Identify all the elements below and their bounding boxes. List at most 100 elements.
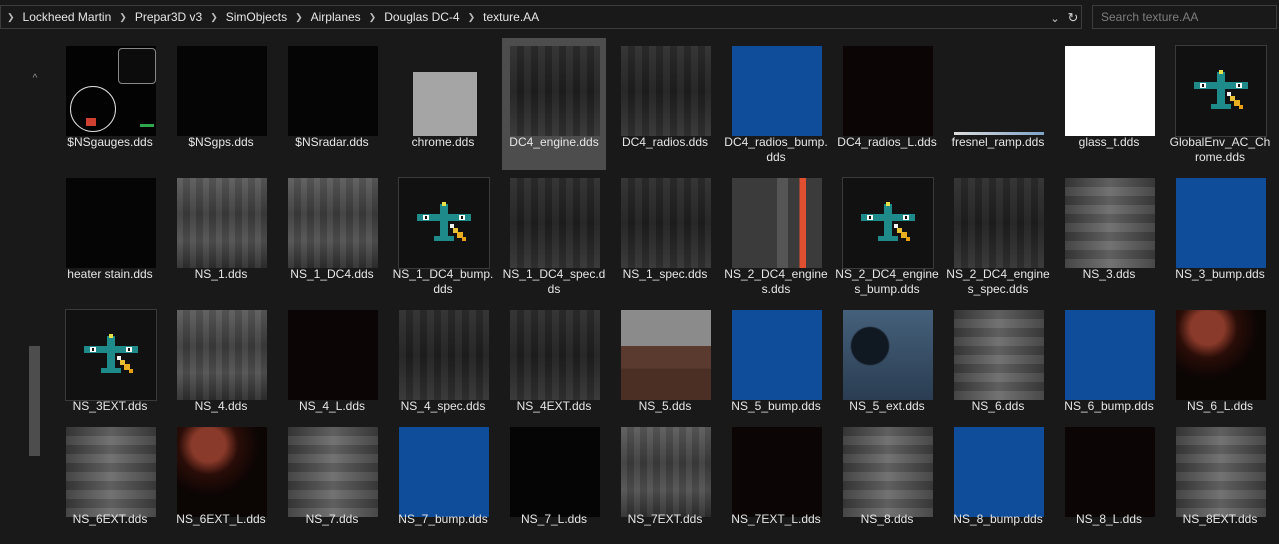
search-input[interactable]: Search texture.AA	[1092, 5, 1277, 29]
file-thumbnail	[177, 310, 267, 400]
file-name: glass_t.dds	[1078, 135, 1140, 149]
file-thumbnail	[1175, 45, 1267, 137]
file-item[interactable]: NS_3_bump.dds	[1168, 170, 1272, 302]
file-item[interactable]: NS_7_L.dds	[502, 419, 606, 544]
file-item[interactable]: chrome.dds	[391, 38, 495, 170]
file-item[interactable]: NS_2_DC4_engines_spec.dds	[946, 170, 1050, 302]
file-item[interactable]: NS_2_DC4_engines.dds	[724, 170, 828, 302]
file-name: $NSgauges.dds	[67, 135, 153, 149]
file-item[interactable]: NS_1_spec.dds	[613, 170, 717, 302]
file-item[interactable]: NS_7EXT.dds	[613, 419, 717, 544]
file-name: NS_5.dds	[638, 399, 692, 413]
file-item[interactable]: NS_1_DC4.dds	[280, 170, 384, 302]
file-name: DC4_radios_bump.dds	[724, 135, 828, 164]
file-thumbnail	[510, 178, 600, 268]
file-item[interactable]: NS_4_L.dds	[280, 302, 384, 419]
file-item[interactable]: NS_6.dds	[946, 302, 1050, 419]
file-name: $NSgps.dds	[188, 135, 254, 149]
chevron-right-icon: ❯	[210, 11, 218, 22]
file-item[interactable]: NS_1_DC4_bump.dds	[391, 170, 495, 302]
file-item[interactable]: $NSgauges.dds	[58, 38, 162, 170]
chevron-right-icon: ❯	[295, 11, 303, 22]
address-bar[interactable]: ❯ Lockheed Martin ❯ Prepar3D v3 ❯ SimObjects ❯…	[0, 5, 1082, 29]
file-item[interactable]: $NSradar.dds	[280, 38, 384, 170]
file-name: DC4_radios_L.dds	[837, 135, 937, 149]
file-name: NS_7EXT.dds	[627, 512, 703, 526]
file-name: $NSradar.dds	[295, 135, 369, 149]
file-item[interactable]: NS_3EXT.dds	[58, 302, 162, 419]
file-name: NS_7_bump.dds	[398, 512, 488, 526]
file-thumbnail	[1065, 310, 1155, 400]
file-name: NS_6_L.dds	[1186, 399, 1254, 413]
file-thumbnail	[843, 46, 933, 136]
file-name: NS_1_spec.dds	[622, 267, 708, 281]
file-item[interactable]: DC4_engine.dds	[502, 38, 606, 170]
file-thumbnail	[399, 427, 489, 517]
file-item[interactable]: DC4_radios_L.dds	[835, 38, 939, 170]
file-item[interactable]: NS_8.dds	[835, 419, 939, 544]
file-item[interactable]: NS_8_L.dds	[1057, 419, 1161, 544]
plane-icon	[1194, 70, 1248, 109]
file-item[interactable]: NS_7_bump.dds	[391, 419, 495, 544]
file-item[interactable]: NS_6EXT.dds	[58, 419, 162, 544]
file-item[interactable]: fresnel_ramp.dds	[946, 38, 1050, 170]
file-item[interactable]: $NSgps.dds	[169, 38, 273, 170]
file-thumbnail	[177, 178, 267, 268]
scrollbar-thumb[interactable]	[29, 346, 40, 456]
file-item[interactable]: NS_3.dds	[1057, 170, 1161, 302]
file-thumbnail	[65, 309, 157, 401]
file-name: NS_1_DC4.dds	[290, 267, 374, 281]
file-name: NS_3EXT.dds	[72, 399, 148, 413]
file-name: DC4_engine.dds	[509, 135, 599, 149]
file-thumbnail	[954, 46, 1044, 136]
file-thumbnail	[399, 46, 489, 136]
file-name: GlobalEnv_AC_Chrome.dds	[1169, 135, 1271, 164]
file-thumbnail	[954, 427, 1044, 517]
breadcrumb-item[interactable]: Airplanes	[311, 10, 361, 24]
file-name: NS_6.dds	[971, 399, 1025, 413]
chevron-down-icon[interactable]: ⌄	[1046, 7, 1064, 29]
file-item[interactable]: NS_6_bump.dds	[1057, 302, 1161, 419]
file-item[interactable]: NS_1.dds	[169, 170, 273, 302]
file-name: NS_2_DC4_engines_spec.dds	[946, 267, 1050, 296]
file-thumbnail	[66, 46, 156, 136]
file-item[interactable]: NS_5_ext.dds	[835, 302, 939, 419]
file-item[interactable]: NS_8_bump.dds	[946, 419, 1050, 544]
scroll-up-icon[interactable]: ^	[29, 73, 41, 85]
refresh-icon[interactable]: ↻	[1064, 7, 1082, 29]
file-item[interactable]: heater stain.dds	[58, 170, 162, 302]
file-thumbnail	[1176, 178, 1266, 268]
file-item[interactable]: NS_5_bump.dds	[724, 302, 828, 419]
breadcrumb-item[interactable]: texture.AA	[483, 10, 539, 24]
file-item[interactable]: NS_8EXT.dds	[1168, 419, 1272, 544]
file-item[interactable]: NS_4_spec.dds	[391, 302, 495, 419]
file-item[interactable]: NS_6EXT_L.dds	[169, 419, 273, 544]
file-thumbnail	[843, 310, 933, 400]
file-item[interactable]: NS_5.dds	[613, 302, 717, 419]
breadcrumb-item[interactable]: Prepar3D v3	[135, 10, 202, 24]
plane-icon	[861, 202, 915, 241]
file-item[interactable]: NS_1_DC4_spec.dds	[502, 170, 606, 302]
file-item[interactable]: NS_2_DC4_engines_bump.dds	[835, 170, 939, 302]
file-item[interactable]: DC4_radios.dds	[613, 38, 717, 170]
file-item[interactable]: DC4_radios_bump.dds	[724, 38, 828, 170]
file-name: NS_4_L.dds	[298, 399, 366, 413]
file-name: NS_6EXT_L.dds	[176, 512, 266, 526]
file-item[interactable]: NS_7EXT_L.dds	[724, 419, 828, 544]
file-name: NS_4_spec.dds	[400, 399, 486, 413]
file-item[interactable]: NS_4EXT.dds	[502, 302, 606, 419]
file-thumbnail	[288, 46, 378, 136]
file-thumbnail	[1065, 178, 1155, 268]
file-thumbnail	[288, 178, 378, 268]
breadcrumb-item[interactable]: SimObjects	[226, 10, 287, 24]
breadcrumb-item[interactable]: Lockheed Martin	[23, 10, 112, 24]
file-item[interactable]: GlobalEnv_AC_Chrome.dds	[1168, 38, 1272, 170]
file-item[interactable]: NS_4.dds	[169, 302, 273, 419]
breadcrumb-item[interactable]: Douglas DC-4	[384, 10, 459, 24]
file-thumbnail	[732, 310, 822, 400]
file-thumbnail	[621, 310, 711, 400]
file-thumbnail	[1065, 46, 1155, 136]
file-item[interactable]: NS_6_L.dds	[1168, 302, 1272, 419]
file-item[interactable]: NS_7.dds	[280, 419, 384, 544]
file-item[interactable]: glass_t.dds	[1057, 38, 1161, 170]
